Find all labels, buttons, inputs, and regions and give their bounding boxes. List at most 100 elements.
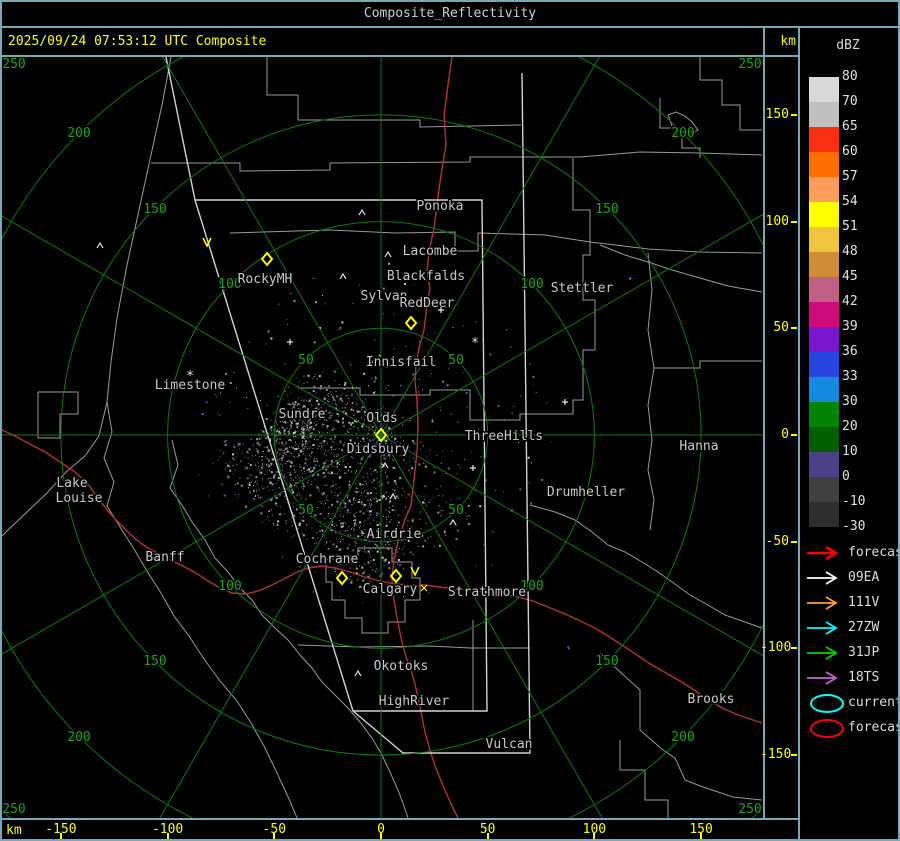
svg-text:100: 100 [520, 277, 543, 292]
city-label-sundre: Sundre [279, 407, 326, 422]
city-label-didsbury: Didsbury [347, 442, 410, 457]
peak-caret-icon [389, 492, 397, 500]
city-label-reddeer: RedDeer [400, 296, 455, 311]
city-label-cochrane: Cochrane [296, 552, 359, 567]
city-label-banff: Banff [145, 550, 184, 565]
forecast-ellipse-icon [810, 719, 844, 738]
dbz-swatch [809, 77, 839, 102]
plus-marker-icon [470, 465, 476, 471]
peak-caret-icon [358, 208, 366, 216]
svg-text:150: 150 [595, 202, 618, 217]
city-label-lake: Lake [56, 476, 87, 491]
peak-caret-icon [354, 669, 362, 677]
radar-site-diamond-icon [335, 570, 349, 586]
right-axis-tick-label: 50 [773, 320, 789, 336]
map-top-border [0, 55, 800, 57]
dbz-swatch [809, 277, 839, 302]
right-axis-tick [791, 113, 797, 116]
dbz-scale-value: 57 [842, 169, 858, 184]
27ZW-arrow-icon [807, 621, 838, 635]
dbz-scale-value: 51 [842, 219, 858, 234]
svg-text:50: 50 [298, 353, 314, 368]
city-label-vulcan: Vulcan [486, 737, 533, 752]
dbz-swatch [809, 102, 839, 127]
right-axis-tick [791, 754, 797, 757]
dbz-scale-value: 39 [842, 319, 858, 334]
svg-text:250: 250 [738, 802, 761, 817]
dbz-swatch [809, 427, 839, 452]
window-title: Composite_Reflectivity [363, 6, 537, 21]
peak-caret-icon [381, 461, 389, 469]
right-axis-tick-label: -50 [765, 533, 789, 549]
legend-label: 18TS [848, 670, 880, 685]
dbz-swatch [809, 152, 839, 177]
bottom-axis-tick [700, 833, 703, 839]
31JP-arrow-icon [807, 646, 838, 660]
city-labels: PonokaLacombeBlackfaldsSylvanRedDeerStet… [54, 198, 736, 754]
dbz-scale-value: 33 [842, 369, 858, 384]
dbz-scale-value: 20 [842, 419, 858, 434]
legend-label: current [848, 695, 900, 710]
svg-text:50: 50 [448, 353, 464, 368]
coverage-outline [165, 57, 531, 754]
legend-label: 31JP [848, 645, 880, 660]
plus-marker-icon [562, 399, 568, 405]
svg-text:150: 150 [595, 654, 618, 669]
svg-text:50: 50 [448, 503, 464, 518]
axis-panel-divider [798, 26, 800, 841]
plus-marker-icon [287, 339, 293, 345]
city-label-lacombe: Lacombe [403, 244, 458, 259]
dbz-swatch [809, 127, 839, 152]
right-axis-tick-label: 150 [765, 106, 789, 122]
peak-caret-icon [339, 272, 347, 280]
yellow-x-marker-icon [420, 584, 428, 592]
dbz-scale-value: 0 [842, 469, 850, 484]
dbz-scale-value: 10 [842, 444, 858, 459]
dbz-swatch [809, 402, 839, 427]
legend-label: 27ZW [848, 620, 880, 635]
map-bottom-border [0, 818, 800, 820]
peak-caret-icon [96, 241, 104, 249]
bottom-axis-tick [486, 833, 489, 839]
svg-text:200: 200 [671, 126, 694, 141]
right-axis-tick-label: 0 [781, 427, 789, 442]
bottom-axis-tick [593, 833, 596, 839]
svg-text:250: 250 [2, 802, 25, 817]
legend-label: forecast [848, 720, 900, 735]
title-divider [0, 26, 900, 28]
legend-label: 111V [848, 595, 880, 610]
bottom-axis-tick [380, 833, 382, 839]
right-axis-tick [791, 220, 797, 223]
dbz-swatch [809, 502, 839, 527]
svg-text:100: 100 [218, 579, 241, 594]
city-label-highriver: HighRiver [379, 694, 450, 709]
frame-top [0, 0, 900, 2]
dbz-swatch [809, 377, 839, 402]
peak-caret-icon [384, 250, 392, 258]
radar-window: Composite_Reflectivity 2025/09/24 07:53:… [0, 0, 900, 841]
dbz-scale-value: -10 [842, 494, 866, 509]
radar-map-display[interactable]: 50 5050 50100 100100 100150 150150 150200 20020… [2, 57, 763, 818]
city-label-brooks: Brooks [688, 692, 735, 707]
star-marker-icon: * [186, 369, 194, 384]
current-ellipse-icon [810, 694, 844, 713]
dbz-scale-value: 42 [842, 294, 858, 309]
city-label-calgary: Calgary [363, 582, 418, 597]
svg-text:200: 200 [67, 730, 90, 745]
star-marker-icon: * [471, 336, 479, 351]
city-label-okotoks: Okotoks [374, 659, 429, 674]
dbz-scale-value: 45 [842, 269, 858, 284]
scale-title: dBZ [836, 38, 860, 53]
dbz-swatch [809, 302, 839, 327]
18TS-arrow-icon [807, 671, 838, 685]
dbz-swatch [809, 452, 839, 477]
dbz-scale-value: 30 [842, 394, 858, 409]
city-label-hanna: Hanna [679, 439, 718, 454]
city-label-airdrie: Airdrie [367, 527, 422, 542]
peak-caret-icon [449, 518, 457, 526]
radar-site-diamond-icon [404, 315, 418, 331]
dbz-swatch [809, 177, 839, 202]
right-axis-unit-label: km [780, 34, 796, 49]
timestamp: 2025/09/24 07:53:12 UTC Composite [8, 34, 267, 49]
right-axis-tick-label: -150 [760, 747, 792, 763]
